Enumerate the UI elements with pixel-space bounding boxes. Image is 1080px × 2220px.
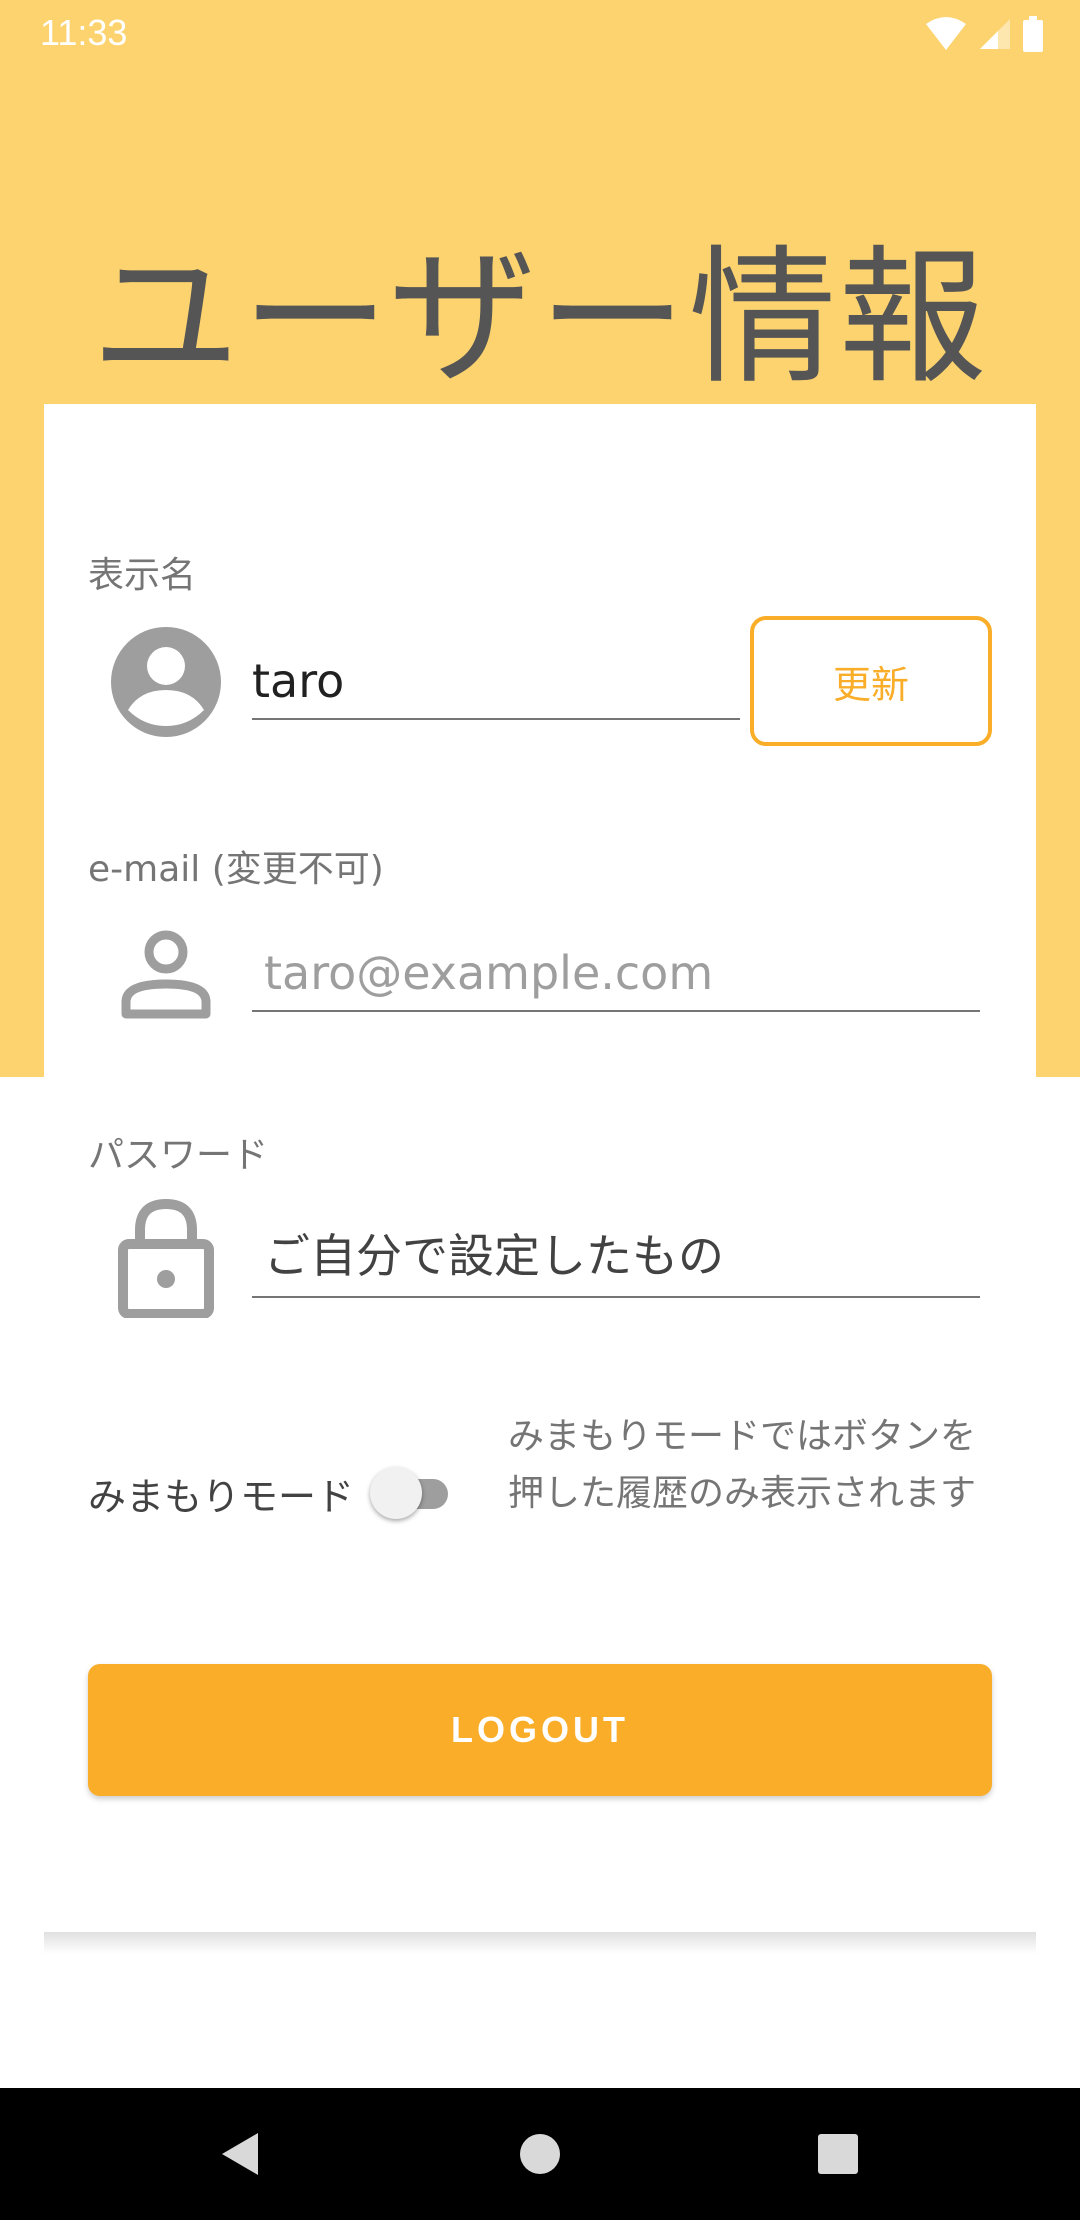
person-outline-icon (116, 924, 216, 1024)
display-name-label: 表示名 (88, 555, 197, 596)
mimamori-mode-description: みまもりモードではボタンを押した履歴のみ表示されます (508, 1416, 977, 1514)
email-input[interactable]: taro@example.com (252, 928, 980, 1012)
card-shadow (44, 1932, 1036, 1954)
account-circle-icon (108, 624, 224, 740)
logout-button[interactable]: LOGOUT (88, 1664, 992, 1796)
status-time: 11:33 (40, 12, 128, 53)
toggle-thumb (370, 1467, 422, 1519)
status-icons (924, 14, 1044, 54)
lock-icon (116, 1196, 216, 1320)
email-label: e-mail (変更不可) (88, 849, 384, 890)
user-info-screen: 11:33 ユーザー情報 表示名 taro 更新 e-mail (変更不可) t… (0, 0, 1080, 2220)
display-name-input[interactable]: taro (252, 636, 740, 720)
cell-signal-icon (980, 19, 1010, 49)
home-circle-icon[interactable] (500, 2114, 580, 2194)
password-field[interactable]: ご自分で設定したもの (252, 1214, 980, 1298)
wifi-icon (926, 17, 966, 50)
recents-square-icon[interactable] (798, 2114, 878, 2194)
system-nav-bar (0, 2088, 1080, 2220)
mimamori-mode-label: みまもりモード (88, 1475, 355, 1519)
update-button[interactable]: 更新 (750, 616, 992, 746)
status-bar: 11:33 (0, 0, 1080, 66)
password-label: パスワード (88, 1135, 269, 1176)
page-title: ユーザー情報 (91, 232, 989, 404)
battery-icon (1023, 16, 1043, 52)
mimamori-mode-toggle[interactable] (370, 1465, 460, 1521)
back-triangle-icon[interactable] (200, 2114, 280, 2194)
